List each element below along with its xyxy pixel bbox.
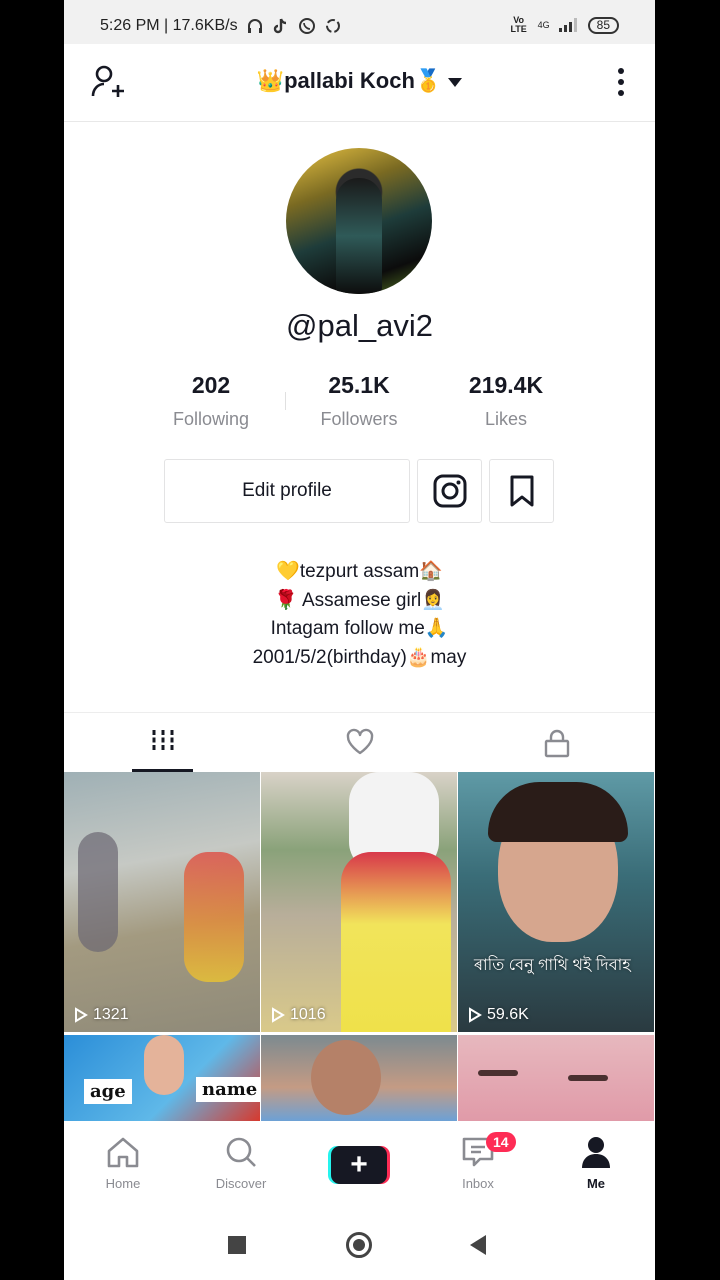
likes-label: Likes	[484, 409, 528, 429]
avatar[interactable]	[286, 148, 432, 294]
following-label: Following	[172, 409, 250, 429]
battery-indicator: 85	[587, 16, 619, 34]
followers-count: 25.1K	[328, 372, 390, 398]
network-type: 4G	[537, 20, 550, 30]
video-thumbnail[interactable]: 1321	[64, 772, 260, 1032]
video-grid: 1321 1016 ৰাতি বেনু গাথি থই দিবাহ 59.6K …	[64, 772, 655, 1122]
play-icon	[75, 1007, 88, 1023]
nav-inbox[interactable]: 14 Inbox	[428, 1132, 528, 1191]
nav-me-label: Me	[586, 1176, 606, 1191]
video-thumbnail[interactable]: 1016	[261, 772, 457, 1032]
nav-discover[interactable]: Discover	[191, 1135, 291, 1191]
chevron-down-icon	[448, 77, 463, 87]
stat-divider	[285, 392, 286, 410]
plus-icon: +	[331, 1146, 387, 1184]
profile-header: 👑pallabi Koch🥇	[64, 44, 655, 122]
bio-line: Intagam follow me🙏	[270, 618, 449, 639]
view-count: 1321	[93, 1006, 129, 1023]
more-options-icon[interactable]	[617, 68, 625, 100]
status-bar: 5:26 PM | 17.6KB/s Vo LTE 4G 85	[64, 0, 655, 44]
system-nav-bar	[64, 1205, 655, 1280]
video-thumbnail[interactable]	[261, 1035, 457, 1122]
bottom-nav: Home Discover + 14 Inbox Me	[64, 1121, 655, 1205]
bio: 💛tezpurt assam🏠 🌹 Assamese girl👩‍💼 Intag…	[64, 558, 655, 672]
back-button[interactable]	[470, 1235, 486, 1255]
tab-liked[interactable]	[261, 713, 458, 771]
edit-profile-button[interactable]: Edit profile	[164, 459, 410, 523]
nav-inbox-label: Inbox	[462, 1176, 494, 1191]
instagram-button[interactable]	[417, 459, 482, 523]
view-count: 1016	[290, 1006, 326, 1023]
status-time: 5:26 PM | 17.6KB/s	[100, 17, 238, 34]
inbox-badge: 14	[486, 1132, 516, 1152]
video-thumbnail[interactable]: ৰাতি বেনু গাথি থই দিবাহ 59.6K	[458, 772, 654, 1032]
recents-button[interactable]	[228, 1236, 246, 1254]
username: @pal_avi2	[286, 308, 433, 343]
view-count: 59.6K	[487, 1006, 529, 1023]
signal-icon	[558, 18, 577, 32]
video-tag: age	[84, 1079, 132, 1104]
account-switcher[interactable]: 👑pallabi Koch🥇	[64, 68, 655, 94]
followers-label: Followers	[320, 409, 398, 429]
home-button[interactable]	[346, 1232, 372, 1258]
likes-count: 219.4K	[468, 372, 544, 398]
page-title: 👑pallabi Koch🥇	[256, 68, 443, 93]
followers-stat[interactable]: 25.1K Followers	[289, 372, 429, 430]
video-caption: ৰাতি বেনু গাথি থই দিবাহ	[474, 957, 631, 974]
tab-videos[interactable]	[64, 713, 261, 771]
following-stat[interactable]: 202 Following	[141, 372, 281, 430]
nav-me[interactable]: Me	[546, 1135, 646, 1191]
video-thumbnail[interactable]: age name	[64, 1035, 260, 1122]
grid-icon	[152, 730, 173, 752]
following-count: 202	[191, 372, 231, 398]
lock-icon	[544, 729, 569, 758]
tiktok-icon	[273, 18, 286, 34]
whatsapp-icon	[298, 18, 315, 34]
volte-indicator: Vo LTE	[510, 15, 527, 34]
headphones-icon	[247, 19, 262, 33]
video-tag: name	[196, 1077, 260, 1102]
nav-home-label: Home	[105, 1176, 141, 1191]
app-screen: 5:26 PM | 17.6KB/s Vo LTE 4G 85 👑pallabi…	[64, 0, 655, 1280]
bio-line: 🌹 Assamese girl👩‍💼	[274, 589, 445, 611]
sync-icon	[325, 19, 340, 33]
create-video-button[interactable]: +	[328, 1146, 390, 1184]
play-icon	[469, 1007, 482, 1023]
tab-private[interactable]	[458, 713, 655, 771]
bookmark-icon	[510, 475, 533, 507]
nav-home[interactable]: Home	[73, 1135, 173, 1191]
bio-line: 2001/5/2(birthday)🎂may	[252, 646, 467, 668]
home-icon	[107, 1137, 139, 1168]
search-icon	[226, 1137, 256, 1167]
likes-stat[interactable]: 219.4K Likes	[436, 372, 576, 430]
heart-icon	[346, 728, 373, 755]
bio-line: 💛tezpurt assam🏠	[276, 561, 443, 582]
video-thumbnail[interactable]	[458, 1035, 654, 1122]
instagram-icon	[433, 474, 466, 508]
profile-icon	[582, 1137, 610, 1168]
play-icon	[272, 1007, 285, 1023]
nav-discover-label: Discover	[215, 1176, 267, 1191]
favorites-button[interactable]	[489, 459, 554, 523]
content-tabs	[64, 712, 655, 772]
